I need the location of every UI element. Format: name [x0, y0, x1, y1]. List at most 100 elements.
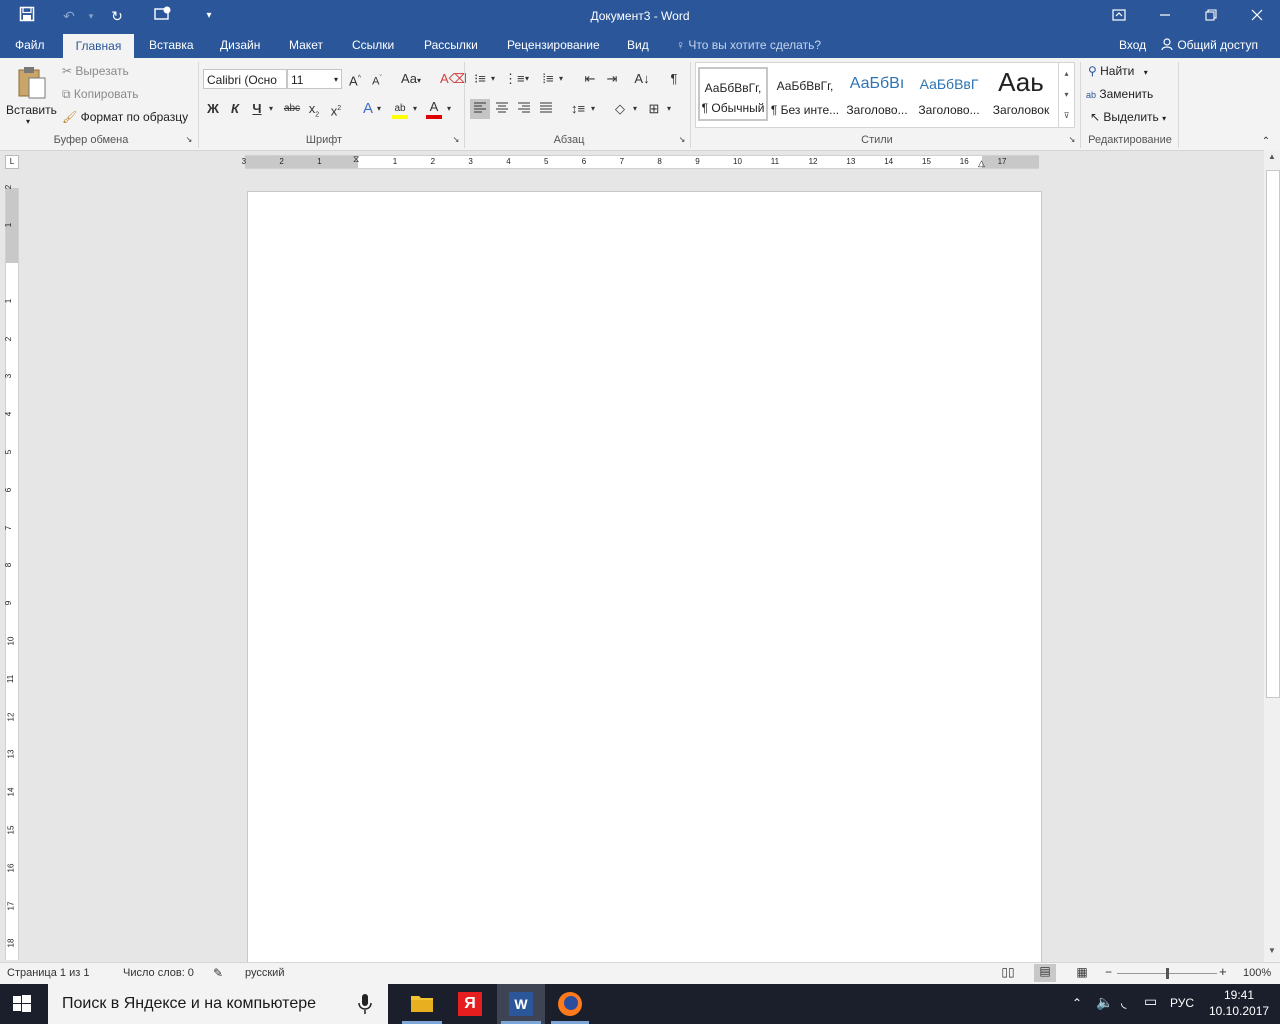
- borders-dropdown-icon[interactable]: ▾: [664, 99, 674, 119]
- align-right-icon[interactable]: [514, 99, 534, 119]
- highlight-icon[interactable]: ab: [390, 97, 410, 119]
- tab-layout[interactable]: Макет: [289, 38, 323, 52]
- grow-font-icon[interactable]: A^: [345, 69, 365, 89]
- tab-design[interactable]: Дизайн: [220, 38, 260, 52]
- tray-expand-icon[interactable]: ⌃: [1072, 996, 1082, 1010]
- find-button[interactable]: ⚲ Найти ▾: [1088, 64, 1148, 78]
- gallery-more-icon[interactable]: ⊽: [1059, 105, 1074, 126]
- input-language[interactable]: РУС: [1170, 996, 1194, 1010]
- decrease-indent-icon[interactable]: ⇤: [580, 69, 600, 89]
- tab-references[interactable]: Ссылки: [352, 38, 394, 52]
- clipboard-launcher-icon[interactable]: ↘: [184, 134, 194, 146]
- microphone-icon[interactable]: [358, 993, 372, 1018]
- document-page[interactable]: [247, 191, 1042, 972]
- style-heading1[interactable]: АаБбВı Заголово...: [842, 67, 912, 121]
- signin-link[interactable]: Вход: [1119, 38, 1146, 52]
- tell-me-box[interactable]: ♀ Что вы хотите сделать?: [676, 38, 821, 52]
- justify-icon[interactable]: [536, 99, 556, 119]
- numbering-dropdown-icon[interactable]: ▾: [522, 69, 532, 89]
- tab-insert[interactable]: Вставка: [149, 38, 194, 52]
- numbering-icon[interactable]: ⋮≡: [504, 69, 525, 89]
- page-count[interactable]: Страница 1 из 1: [7, 967, 89, 979]
- scroll-down-icon[interactable]: ▼: [1266, 946, 1278, 960]
- cut-button[interactable]: ✂ Вырезать: [62, 64, 129, 78]
- scroll-thumb[interactable]: [1266, 170, 1280, 698]
- align-center-icon[interactable]: [492, 99, 512, 119]
- shrink-font-icon[interactable]: Aˇ: [367, 69, 387, 89]
- tab-file[interactable]: Файл: [15, 38, 45, 52]
- read-mode-icon[interactable]: ▯▯: [999, 965, 1017, 981]
- text-effects-dropdown-icon[interactable]: ▾: [374, 99, 384, 119]
- word-taskbar-button[interactable]: W: [497, 984, 545, 1024]
- language[interactable]: русский: [245, 967, 284, 979]
- font-size-field[interactable]: 11 ▾: [287, 69, 342, 89]
- subscript-icon[interactable]: x2: [304, 99, 324, 119]
- zoom-out-icon[interactable]: −: [1105, 965, 1112, 979]
- shading-icon[interactable]: ◇: [610, 99, 630, 119]
- tab-view[interactable]: Вид: [627, 38, 649, 52]
- style-no-spacing[interactable]: АаБбВвГг, ¶ Без инте...: [770, 67, 840, 121]
- proofing-icon[interactable]: ✎: [213, 966, 223, 980]
- line-spacing-dropdown-icon[interactable]: ▾: [588, 99, 598, 119]
- bullets-icon[interactable]: ⁝≡: [470, 69, 490, 89]
- replace-button[interactable]: ab Заменить: [1086, 87, 1153, 101]
- underline-dropdown-icon[interactable]: ▾: [266, 99, 276, 119]
- file-explorer-icon[interactable]: [402, 992, 442, 1024]
- paragraph-launcher-icon[interactable]: ↘: [677, 134, 687, 146]
- zoom-in-icon[interactable]: +: [1219, 964, 1227, 979]
- tab-selector-icon[interactable]: L: [5, 155, 19, 169]
- tab-mailings[interactable]: Рассылки: [424, 38, 478, 52]
- close-icon[interactable]: [1246, 6, 1268, 26]
- format-painter-button[interactable]: 🖌 Формат по образцу: [62, 110, 188, 124]
- volume-icon[interactable]: 🔈: [1096, 994, 1113, 1011]
- copy-button[interactable]: ⧉ Копировать: [62, 87, 139, 102]
- styles-launcher-icon[interactable]: ↘: [1067, 134, 1077, 146]
- style-heading2[interactable]: АаБбВвГ Заголово...: [914, 67, 984, 121]
- select-button[interactable]: ↖ Выделить ▾: [1090, 110, 1166, 124]
- font-color-dropdown-icon[interactable]: ▾: [444, 99, 454, 119]
- print-layout-icon[interactable]: ▤: [1034, 964, 1056, 982]
- zoom-slider[interactable]: [1117, 968, 1217, 979]
- highlight-dropdown-icon[interactable]: ▾: [410, 99, 420, 119]
- collapse-ribbon-icon[interactable]: ⌃: [1256, 132, 1276, 152]
- tab-home[interactable]: Главная: [63, 34, 134, 58]
- horizontal-ruler[interactable]: 3 2 1 1 2 3 4 5 6 7 8 9 10 11 12 13 14 15 16 17 ⧖ △: [242, 154, 1039, 169]
- font-color-icon[interactable]: A: [424, 97, 444, 119]
- sort-icon[interactable]: A↓: [632, 69, 652, 89]
- multilevel-list-icon[interactable]: ⁞≡: [538, 69, 558, 89]
- italic-button[interactable]: К: [225, 99, 245, 119]
- bullets-dropdown-icon[interactable]: ▾: [488, 69, 498, 89]
- gallery-down-icon[interactable]: ▾: [1059, 84, 1074, 105]
- scroll-up-icon[interactable]: ▲: [1266, 152, 1278, 166]
- superscript-icon[interactable]: x2: [326, 99, 346, 119]
- firefox-icon[interactable]: [551, 991, 589, 1024]
- vertical-scrollbar[interactable]: ▲ ▼: [1264, 150, 1280, 962]
- zoom-level[interactable]: 100%: [1243, 967, 1271, 979]
- notifications-icon[interactable]: ▭: [1144, 993, 1157, 1010]
- zoom-slider-thumb[interactable]: [1166, 968, 1169, 979]
- tab-review[interactable]: Рецензирование: [507, 38, 600, 52]
- change-case-icon[interactable]: Aa▾: [397, 69, 425, 89]
- minimize-icon[interactable]: [1154, 6, 1176, 26]
- underline-button[interactable]: Ч: [247, 99, 267, 119]
- show-formatting-icon[interactable]: ¶: [664, 69, 684, 89]
- shading-dropdown-icon[interactable]: ▾: [630, 99, 640, 119]
- web-layout-icon[interactable]: ▦: [1073, 965, 1091, 981]
- ribbon-display-icon[interactable]: [1108, 6, 1130, 26]
- gallery-up-icon[interactable]: ▴: [1059, 63, 1074, 84]
- increase-indent-icon[interactable]: ⇥: [602, 69, 622, 89]
- clear-formatting-icon[interactable]: A⌫: [440, 69, 467, 89]
- borders-icon[interactable]: ⊞: [644, 99, 664, 119]
- yandex-browser-icon[interactable]: Я: [458, 992, 482, 1016]
- paste-button[interactable]: Вставить ▾: [6, 62, 57, 126]
- word-count[interactable]: Число слов: 0: [123, 967, 194, 979]
- indent-marker-icon[interactable]: ⧖: [353, 154, 359, 165]
- font-name-field[interactable]: Calibri (Осно: [203, 69, 287, 89]
- style-normal[interactable]: АаБбВвГг, ¶ Обычный: [698, 67, 768, 121]
- style-title[interactable]: Ааь Заголовок: [986, 67, 1056, 121]
- right-indent-marker-icon[interactable]: △: [978, 158, 985, 169]
- share-button[interactable]: Общий доступ: [1161, 38, 1258, 52]
- clock[interactable]: 19:41 10.10.2017: [1209, 988, 1269, 1018]
- font-launcher-icon[interactable]: ↘: [451, 134, 461, 146]
- multilevel-dropdown-icon[interactable]: ▾: [556, 69, 566, 89]
